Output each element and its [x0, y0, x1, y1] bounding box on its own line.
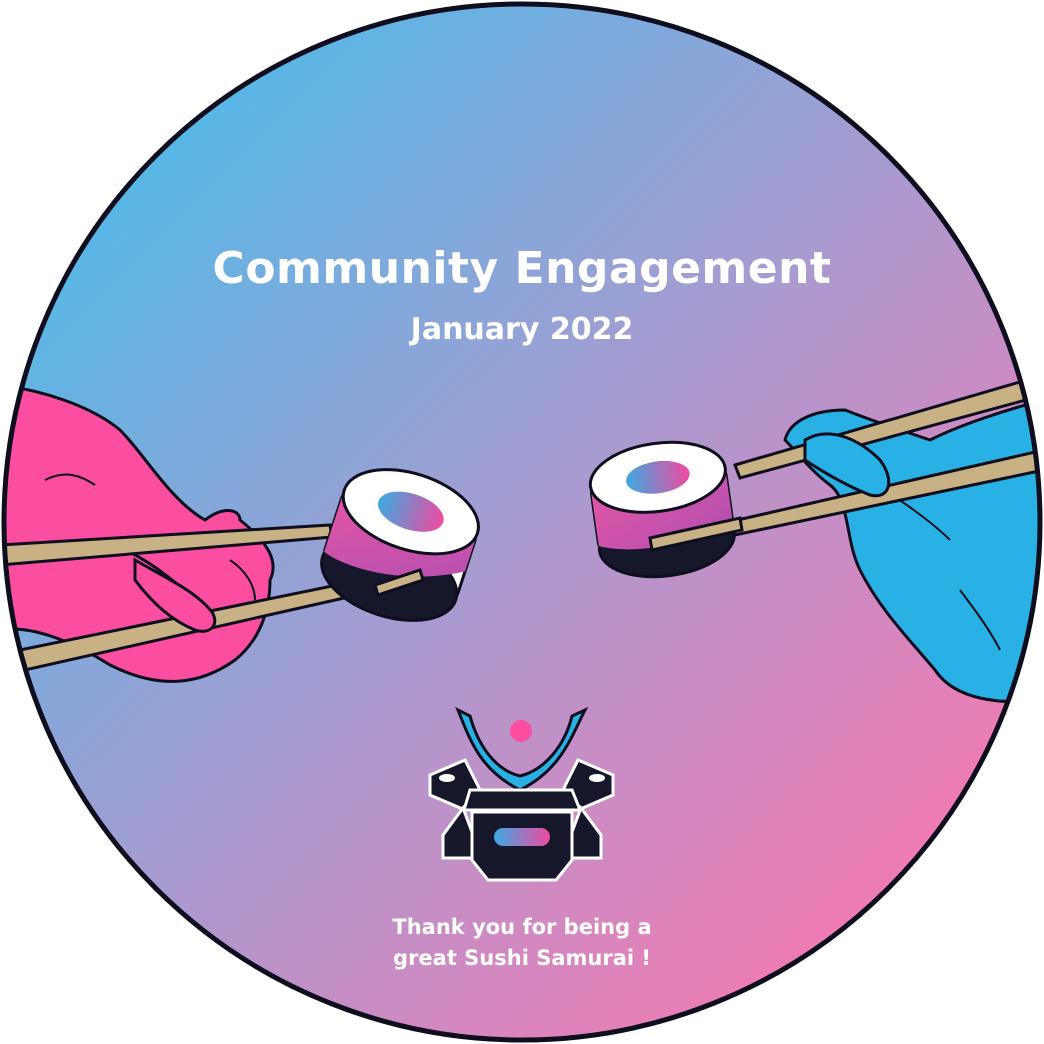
badge-artwork	[1, 1, 1043, 1043]
badge-title: Community Engagement	[212, 243, 832, 294]
thank-you-message-line2: great Sushi Samurai !	[393, 946, 651, 970]
thank-you-message-line1: Thank you for being a	[392, 915, 652, 939]
badge-subtitle: January 2022	[410, 312, 634, 347]
